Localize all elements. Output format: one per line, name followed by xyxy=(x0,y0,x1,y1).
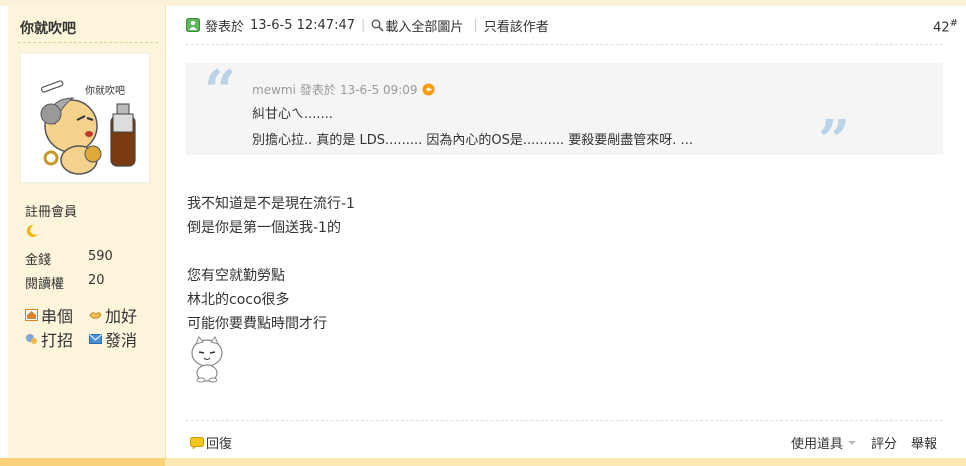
jump-to-post-icon[interactable] xyxy=(422,83,435,96)
author-sidebar: 你就吹吧 你就吹吧 註冊會員 金錢 590 閱讀權 20 串個 加好 打招 發消 xyxy=(8,6,166,458)
post-main: 發表於 13-6-5 12:47:47 | 載入全部圖片 | 只看該作者 42#… xyxy=(166,6,966,458)
use-tools-menu[interactable]: 使用道具 xyxy=(791,433,857,452)
action-label: 發消 xyxy=(105,331,138,350)
post-container: 你就吹吧 你就吹吧 註冊會員 金錢 590 閱讀權 20 串個 加好 打招 發消… xyxy=(0,0,966,466)
floor-value: 42 xyxy=(933,20,950,36)
action-label: 加好 xyxy=(105,307,138,326)
avatar-caption: 你就吹吧 xyxy=(85,84,125,97)
stat-read-permission: 閱讀權 20 xyxy=(25,273,105,292)
stat-value: 590 xyxy=(88,249,113,264)
posted-label: 發表於 xyxy=(205,19,245,35)
bottom-border-sidebar xyxy=(0,458,165,466)
action-visit-home[interactable]: 串個 xyxy=(25,303,73,327)
separator: | xyxy=(473,17,478,33)
divider xyxy=(18,42,158,43)
user-rank[interactable]: 註冊會員 xyxy=(25,201,77,220)
stat-label: 金錢 xyxy=(25,253,52,268)
mail-icon xyxy=(89,334,102,344)
online-icon xyxy=(186,18,200,32)
floor-number[interactable]: 42# xyxy=(933,18,958,35)
moon-icon xyxy=(25,223,39,242)
action-label: 打招 xyxy=(41,331,74,350)
report-link[interactable]: 舉報 xyxy=(911,433,937,452)
avatar-illustration: 你就吹吧 xyxy=(40,80,136,175)
separator: | xyxy=(361,17,366,33)
emoticon-image xyxy=(187,335,227,387)
post-body-line: 倒是你是第一個送我-1的 xyxy=(187,220,341,236)
reply-button[interactable]: 回復 xyxy=(190,433,232,452)
quote-posted-label: 發表於 xyxy=(299,83,336,97)
reply-icon xyxy=(190,436,204,449)
stat-label: 閱讀權 xyxy=(25,277,65,292)
reply-label: 回復 xyxy=(206,437,233,452)
quote-close-icon: ” xyxy=(818,108,851,174)
quote-meta: mewmi 發表於 13-6-5 09:09 xyxy=(252,81,435,98)
dropdown-arrow-icon xyxy=(847,440,856,445)
quote-author: mewmi xyxy=(252,82,296,97)
quote-open-icon: “ xyxy=(204,58,237,124)
post-body-line: 可能你要費點時間才行 xyxy=(187,316,327,332)
chat-icon xyxy=(26,334,37,344)
action-label: 串個 xyxy=(41,307,74,326)
load-all-images-link[interactable]: 載入全部圖片 xyxy=(371,16,463,35)
post-footer: 回復 使用道具 評分 舉報 xyxy=(186,420,943,459)
post-time: 發表於 13-6-5 12:47:47 xyxy=(186,16,355,35)
quote-time: 13-6-5 09:09 xyxy=(339,82,418,97)
floor-mark: # xyxy=(949,18,958,29)
posted-time: 13-6-5 12:47:47 xyxy=(250,17,355,33)
home-icon xyxy=(25,309,38,321)
footer-actions: 使用道具 評分 舉報 xyxy=(791,433,937,452)
use-tools-label: 使用道具 xyxy=(790,437,843,452)
author-username[interactable]: 你就吹吧 xyxy=(20,18,76,38)
stat-value: 20 xyxy=(88,273,105,288)
action-send-message[interactable]: 發消 xyxy=(89,327,137,351)
stat-money: 金錢 590 xyxy=(25,249,113,268)
post-header: 發表於 13-6-5 12:47:47 | 載入全部圖片 | 只看該作者 xyxy=(186,6,943,45)
magnifier-icon xyxy=(371,19,384,32)
quote-line: 糾甘心ㄟ....... xyxy=(252,107,333,122)
handshake-icon xyxy=(89,312,102,319)
quote-line: 別擔心拉.. 真的是 LDS......... 因為內心的OS是........… xyxy=(252,133,693,148)
load-images-label: 載入全部圖片 xyxy=(385,19,464,35)
action-add-friend[interactable]: 加好 xyxy=(89,303,137,327)
post-body-line: 您有空就勤勞點 xyxy=(187,268,285,284)
author-only-label: 只看該作者 xyxy=(483,19,549,35)
post-body-line: 林北的coco很多 xyxy=(187,292,290,308)
post-body-line: 我不知道是不是現在流行-1 xyxy=(187,196,355,212)
rate-link[interactable]: 評分 xyxy=(871,433,897,452)
author-only-link[interactable]: 只看該作者 xyxy=(484,16,549,35)
quote-block: “ mewmi 發表於 13-6-5 09:09 糾甘心ㄟ....... 別擔心… xyxy=(186,58,943,169)
avatar[interactable]: 你就吹吧 xyxy=(20,53,150,183)
action-greet[interactable]: 打招 xyxy=(25,327,73,351)
